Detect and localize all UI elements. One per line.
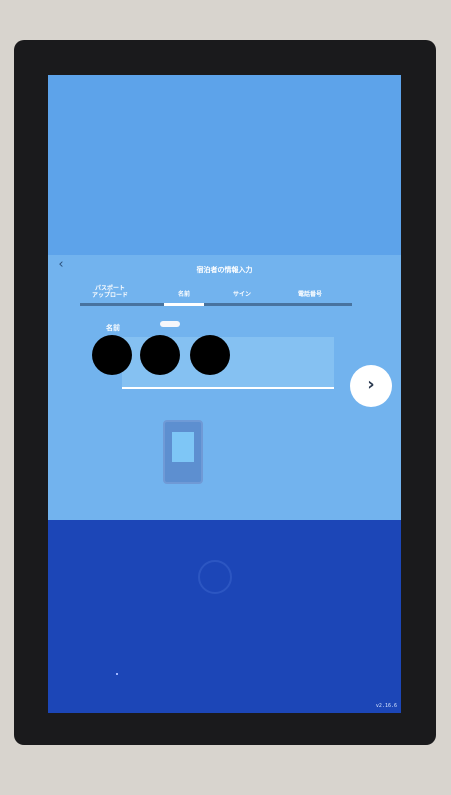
page-title: 宿泊者の情報入力 bbox=[196, 266, 253, 274]
decorative-dot bbox=[116, 673, 118, 675]
logo-watermark-icon bbox=[198, 560, 232, 594]
progress-bar-active-segment bbox=[164, 303, 204, 306]
name-field-label: 名前 bbox=[106, 324, 120, 332]
kiosk-illustration-screen bbox=[172, 432, 194, 462]
next-button[interactable]: › bbox=[350, 365, 392, 407]
kiosk-illustration bbox=[163, 420, 203, 484]
step-phone-number: 電話番号 bbox=[297, 291, 322, 298]
redaction-circle-3 bbox=[190, 335, 230, 375]
chevron-right-icon: › bbox=[367, 374, 375, 395]
footer-area: v2.16.6 bbox=[48, 520, 401, 713]
step-name: 名前 bbox=[177, 291, 190, 298]
guest-info-panel: ‹ 宿泊者の情報入力 パスポート アップロード 名前 サイン 電話番号 名前 › bbox=[48, 255, 401, 520]
redaction-circle-2 bbox=[140, 335, 180, 375]
step-passport-upload: パスポート アップロード bbox=[91, 285, 128, 299]
progress-bar bbox=[80, 303, 352, 306]
version-label: v2.16.6 bbox=[375, 703, 397, 709]
required-indicator bbox=[160, 321, 180, 327]
step-sign: サイン bbox=[232, 291, 251, 298]
kiosk-screen: ‹ 宿泊者の情報入力 パスポート アップロード 名前 サイン 電話番号 名前 › bbox=[48, 75, 401, 713]
redaction-circle-1 bbox=[92, 335, 132, 375]
step-indicator: パスポート アップロード 名前 サイン 電話番号 bbox=[80, 281, 352, 313]
